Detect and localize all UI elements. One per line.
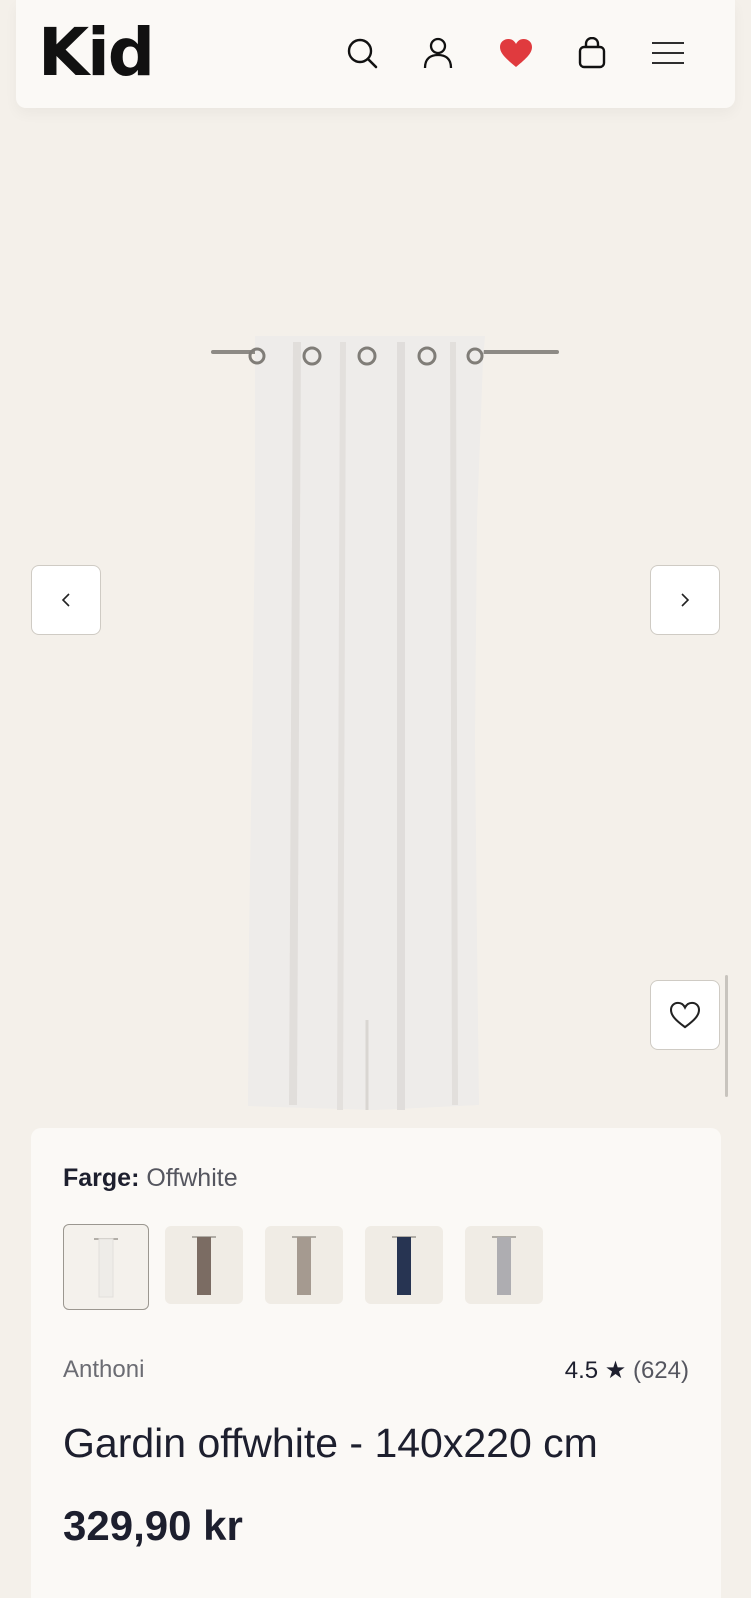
curtain-thumbnail-icon [94, 1238, 118, 1298]
color-label: Farge: [63, 1164, 140, 1192]
site-logo[interactable]: Kid [38, 20, 155, 86]
heart-filled-icon[interactable] [497, 34, 535, 72]
chevron-right-icon [681, 593, 690, 607]
swatch-offwhite[interactable] [63, 1224, 149, 1310]
product-title: Gardin offwhite - 140x220 cm [63, 1420, 598, 1466]
product-info-card: Farge: Offwhite Anthoni 4.5 ★ (624) Gard… [31, 1128, 721, 1598]
product-image [205, 320, 565, 1135]
curtain-thumbnail-icon [392, 1236, 416, 1295]
rating-value: 4.5 [564, 1357, 599, 1384]
product-rating[interactable]: 4.5 ★ (624) [565, 1356, 689, 1385]
color-line: Farge: Offwhite [63, 1164, 238, 1193]
swatch-navy[interactable] [365, 1226, 443, 1304]
star-icon: ★ [604, 1357, 627, 1384]
site-header: Kid [16, 0, 735, 108]
bag-icon[interactable] [573, 34, 611, 72]
product-price: 329,90 kr [63, 1502, 243, 1549]
scroll-indicator[interactable] [725, 975, 728, 1097]
rating-count: (624) [632, 1357, 689, 1384]
product-brand[interactable]: Anthoni [63, 1356, 144, 1384]
menu-icon[interactable] [649, 34, 687, 72]
chevron-left-icon [61, 593, 70, 607]
search-icon[interactable] [343, 34, 381, 72]
curtain-thumbnail-icon [192, 1236, 216, 1295]
swatch-grey[interactable] [465, 1226, 543, 1304]
add-to-wishlist-button[interactable] [650, 980, 720, 1050]
heart-outline-icon [669, 1001, 701, 1029]
color-value: Offwhite [146, 1164, 238, 1192]
curtain-thumbnail-icon [492, 1236, 516, 1295]
prev-image-button[interactable] [31, 565, 101, 635]
next-image-button[interactable] [650, 565, 720, 635]
product-gallery [0, 120, 751, 1111]
user-icon[interactable] [419, 34, 457, 72]
curtain-thumbnail-icon [292, 1236, 316, 1295]
swatch-beige[interactable] [265, 1226, 343, 1304]
swatch-brown[interactable] [165, 1226, 243, 1304]
